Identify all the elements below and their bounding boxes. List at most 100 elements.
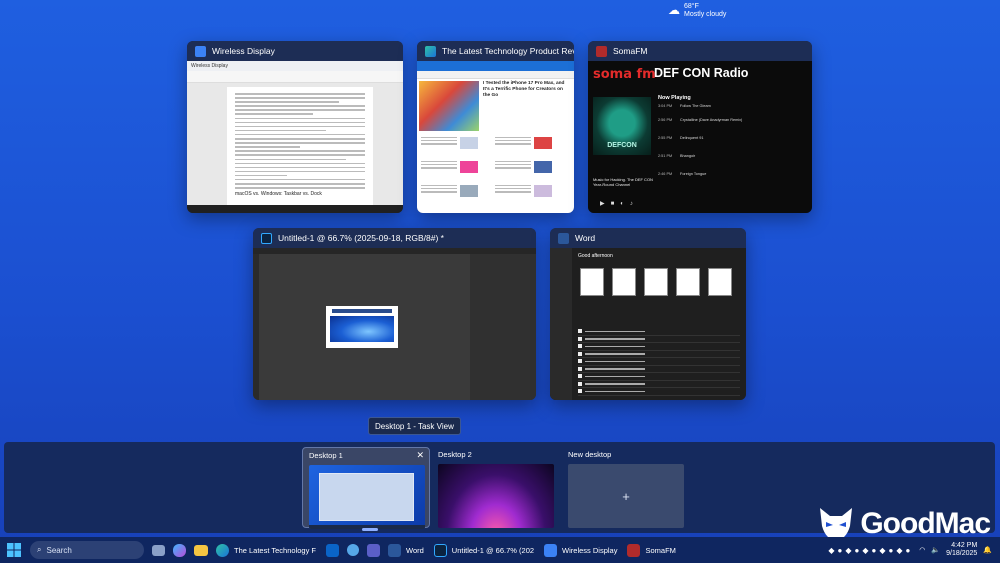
window-preview: I Tested the iPhone 17 Pro Max, and It's… bbox=[417, 61, 574, 213]
cloud-icon: ☁ bbox=[668, 3, 680, 18]
somafm-logo: soma fm bbox=[593, 67, 656, 82]
template-thumb bbox=[708, 268, 732, 296]
edge-icon bbox=[216, 543, 229, 557]
player-controls[interactable]: ▶■◐♪ bbox=[600, 200, 639, 207]
desktop-1-thumbnail[interactable]: Desktop 1 ✕ bbox=[302, 447, 430, 529]
window-preview: Wireless Display macOS vs. Windows: Task… bbox=[187, 61, 403, 213]
taskbar-preview bbox=[187, 205, 403, 213]
search-icon: ⌕ bbox=[37, 545, 42, 554]
station-artwork: DEFCON bbox=[593, 97, 651, 155]
window-title: Word bbox=[575, 233, 596, 243]
taskbar-app-word[interactable]: Word bbox=[388, 543, 424, 557]
wifi-icon[interactable]: ◠ bbox=[919, 546, 925, 554]
document-heading: macOS vs. Windows: Taskbar vs. Dock bbox=[235, 191, 322, 198]
taskbar-app-label: The Latest Technology F bbox=[234, 545, 316, 555]
window-preview: soma fm DEF CON Radio DEFCON Now Playing… bbox=[588, 61, 812, 213]
photoshop-icon bbox=[261, 232, 272, 244]
track-row: 2:55 PM Delinquent 91 bbox=[658, 136, 704, 140]
notification-bell-icon[interactable]: 🔔 bbox=[983, 546, 992, 554]
search-placeholder: Search bbox=[46, 545, 72, 555]
weather-temp: 68°F bbox=[684, 3, 699, 10]
template-thumb bbox=[612, 268, 636, 296]
document-area: macOS vs. Windows: Taskbar vs. Dock bbox=[187, 83, 403, 205]
search-box[interactable]: ⌕ Search bbox=[30, 541, 144, 559]
article-item bbox=[421, 137, 478, 149]
window-photoshop[interactable]: Untitled-1 @ 66.7% (2025-09-18, RGB/8#) … bbox=[253, 228, 536, 400]
template-thumb bbox=[676, 268, 700, 296]
somafm-page: soma fm DEF CON Radio DEFCON Now Playing… bbox=[588, 61, 812, 213]
taskbar-app-photoshop[interactable]: Untitled-1 @ 66.7% (202 bbox=[433, 543, 535, 557]
new-desktop-button[interactable]: New desktop + bbox=[562, 447, 690, 528]
outlook-icon[interactable] bbox=[326, 543, 339, 557]
document-canvas bbox=[326, 306, 398, 348]
article-headline: I Tested the iPhone 17 Pro Max, and It's… bbox=[483, 81, 565, 98]
weather-desc: Mostly cloudy bbox=[684, 11, 727, 19]
article-item bbox=[421, 185, 478, 197]
browser-tabs bbox=[417, 61, 574, 71]
system-tray: ◆●◆●◆●◆●◆● ◠ 🔈 4:42 PM 9/18/2025 🔔 bbox=[828, 537, 992, 563]
clock[interactable]: 4:42 PM 9/18/2025 bbox=[946, 542, 977, 559]
taskbar-app-wireless-display[interactable]: Wireless Display bbox=[544, 543, 617, 557]
task-view-tooltip: Desktop 1 - Task View bbox=[368, 417, 461, 435]
window-title-bar[interactable]: The Latest Technology Product Reviews, N… bbox=[417, 41, 574, 61]
volume-icon[interactable]: 🔈 bbox=[931, 546, 940, 554]
plus-icon: + bbox=[568, 464, 684, 528]
taskbar-app-edge[interactable]: The Latest Technology F bbox=[216, 543, 316, 557]
track-row: 2:46 PM Foreign Tongue bbox=[658, 172, 707, 176]
inner-tab: Wireless Display bbox=[187, 61, 403, 71]
desktop-label: New desktop bbox=[568, 450, 612, 459]
taskbar-app-somafm[interactable]: SomaFM bbox=[627, 543, 676, 557]
document-page: macOS vs. Windows: Taskbar vs. Dock bbox=[227, 87, 373, 205]
station-description: Music for Hacking. The DEF CON Year-Roun… bbox=[593, 177, 653, 188]
article-item bbox=[495, 161, 552, 173]
recent-documents bbox=[578, 328, 740, 396]
word-home: Good afternoon bbox=[550, 248, 746, 400]
window-title: Untitled-1 @ 66.7% (2025-09-18, RGB/8#) … bbox=[278, 233, 444, 243]
desktop-2-thumbnail[interactable]: Desktop 2 bbox=[432, 447, 560, 528]
track-row: 2:51 PM Bhangoir bbox=[658, 154, 696, 158]
word-icon bbox=[388, 543, 401, 557]
start-button[interactable] bbox=[6, 542, 22, 558]
somafm-icon bbox=[627, 543, 641, 557]
task-view-icon[interactable] bbox=[152, 544, 165, 556]
somafm-icon bbox=[596, 45, 607, 57]
panels bbox=[470, 254, 536, 400]
web-page: I Tested the iPhone 17 Pro Max, and It's… bbox=[417, 79, 574, 213]
address-bar bbox=[417, 71, 574, 79]
window-somafm[interactable]: SomaFM soma fm DEF CON Radio DEFCON Now … bbox=[588, 41, 812, 213]
window-title: The Latest Technology Product Reviews, N… bbox=[442, 46, 574, 56]
teams-icon[interactable] bbox=[367, 543, 380, 557]
weather-widget[interactable]: ☁ 68°F Mostly cloudy bbox=[668, 3, 726, 19]
window-tech-site[interactable]: The Latest Technology Product Reviews, N… bbox=[417, 41, 574, 213]
window-title-bar[interactable]: Untitled-1 @ 66.7% (2025-09-18, RGB/8#) … bbox=[253, 228, 536, 248]
desktop-preview bbox=[438, 464, 554, 528]
article-item bbox=[495, 137, 552, 149]
template-thumb bbox=[580, 268, 604, 296]
word-sidebar bbox=[550, 248, 572, 400]
tray-icons[interactable]: ◆●◆●◆●◆●◆● bbox=[828, 546, 913, 555]
file-explorer-icon[interactable] bbox=[194, 544, 208, 556]
desktop-label: Desktop 1 bbox=[309, 451, 343, 460]
station-name: DEF CON Radio bbox=[654, 66, 749, 80]
selected-desktop-indicator bbox=[362, 528, 378, 531]
window-title-bar[interactable]: Word bbox=[550, 228, 746, 248]
hero-image bbox=[419, 81, 479, 131]
desktop-label: Desktop 2 bbox=[438, 450, 472, 459]
window-title-bar[interactable]: Wireless Display bbox=[187, 41, 403, 61]
copilot-icon[interactable] bbox=[173, 543, 186, 557]
greeting: Good afternoon bbox=[578, 253, 613, 259]
clock-time: 4:42 PM bbox=[951, 541, 978, 549]
photoshop-icon bbox=[433, 543, 447, 557]
window-wireless-display[interactable]: Wireless Display Wireless Display macOS … bbox=[187, 41, 403, 213]
window-word[interactable]: Word Good afternoon bbox=[550, 228, 746, 400]
window-title-bar[interactable]: SomaFM bbox=[588, 41, 812, 61]
word-icon bbox=[558, 232, 569, 244]
window-title: SomaFM bbox=[613, 46, 648, 56]
template-thumb bbox=[644, 268, 668, 296]
key-icon[interactable] bbox=[347, 544, 359, 556]
ribbon bbox=[187, 71, 403, 83]
taskbar-app-label: Untitled-1 @ 66.7% (202 bbox=[451, 545, 535, 555]
clock-date: 9/18/2025 bbox=[946, 550, 978, 557]
close-icon[interactable]: ✕ bbox=[416, 450, 424, 461]
artwork-label: DEFCON bbox=[607, 142, 637, 149]
